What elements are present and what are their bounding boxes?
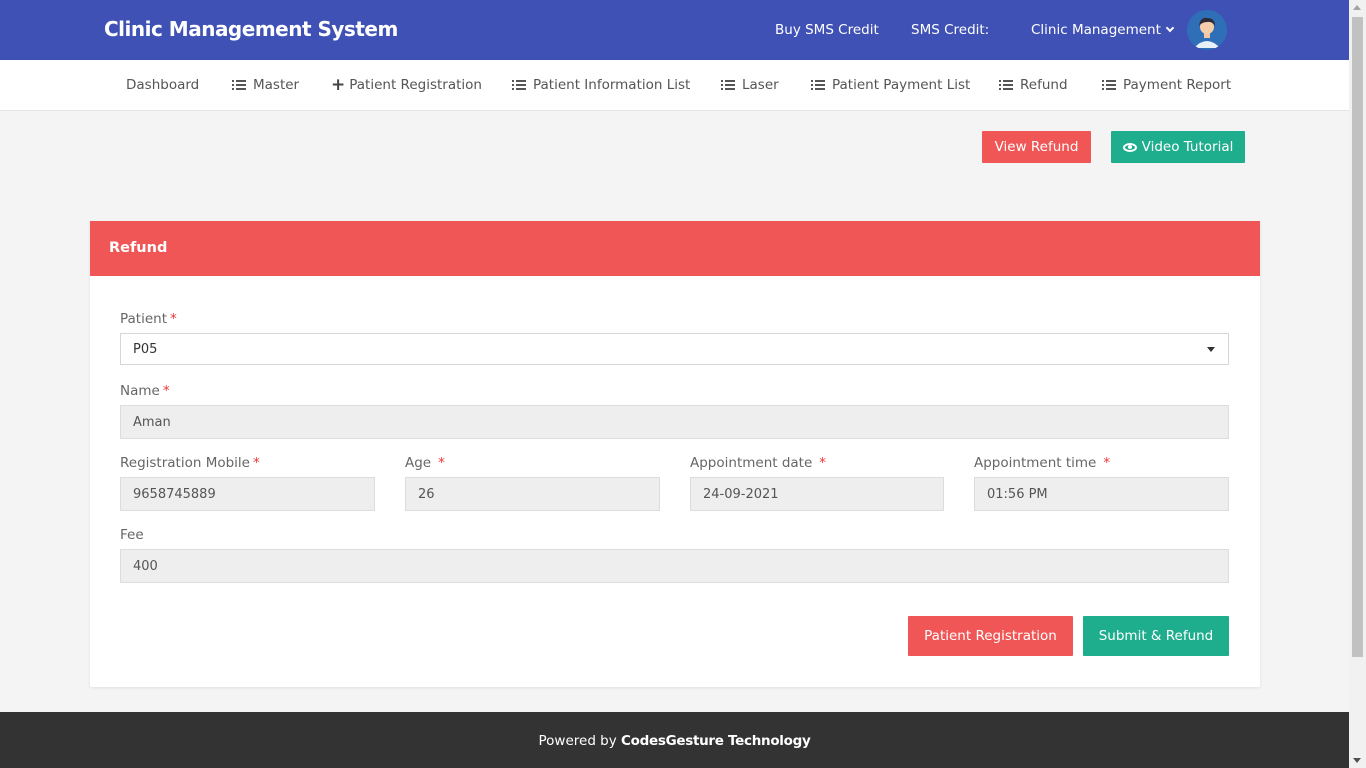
- scroll-up-arrow-icon[interactable]: [1353, 5, 1361, 10]
- video-tutorial-button[interactable]: Video Tutorial: [1111, 131, 1245, 163]
- refund-card: Refund Patient * P05 Name * Aman Registrat…: [90, 221, 1260, 687]
- required-mark: *: [162, 383, 170, 399]
- nav-master-label: Master: [253, 77, 300, 93]
- name-label: Name *: [120, 383, 170, 399]
- appointment-date-label-text: Appointment date: [690, 455, 813, 471]
- appointment-time-field[interactable]: 01:56 PM: [974, 477, 1229, 511]
- nav-dashboard-label: Dashboard: [126, 77, 200, 93]
- nav-laser-label: Laser: [742, 77, 779, 93]
- nav-payment-report-label: Payment Report: [1123, 77, 1232, 93]
- avatar[interactable]: [1187, 10, 1227, 50]
- required-mark: *: [252, 455, 260, 471]
- appointment-date-label: Appointment date *: [690, 455, 826, 471]
- name-field[interactable]: Aman: [120, 405, 1229, 439]
- scroll-down-arrow-icon[interactable]: [1353, 758, 1361, 763]
- fee-label: Fee: [120, 527, 144, 543]
- list-icon: [999, 79, 1013, 91]
- user-avatar-icon: [1187, 10, 1227, 50]
- age-label: Age *: [405, 455, 445, 471]
- nav-patient-information-list-label: Patient Information List: [533, 77, 691, 93]
- nav-patient-registration[interactable]: + Patient Registration: [331, 75, 482, 95]
- caret-down-icon: [1207, 347, 1215, 352]
- fee-field[interactable]: 400: [120, 549, 1229, 583]
- video-tutorial-label: Video Tutorial: [1141, 139, 1234, 155]
- patient-select-value: P05: [133, 342, 158, 357]
- footer-company-link[interactable]: CodesGesture Technology: [621, 733, 811, 749]
- card-title: Refund: [90, 221, 1260, 276]
- mobile-field[interactable]: 9658745889: [120, 477, 375, 511]
- age-field[interactable]: 26: [405, 477, 660, 511]
- appointment-time-label: Appointment time *: [974, 455, 1110, 471]
- scrollbar[interactable]: [1349, 0, 1366, 768]
- appointment-date-field[interactable]: 24-09-2021: [690, 477, 944, 511]
- name-label-text: Name: [120, 383, 160, 399]
- app-title[interactable]: Clinic Management System: [104, 17, 398, 41]
- appointment-time-label-text: Appointment time: [974, 455, 1097, 471]
- nav-refund[interactable]: Refund: [999, 77, 1068, 93]
- nav-dashboard[interactable]: Dashboard: [126, 77, 199, 93]
- nav-patient-registration-label: Patient Registration: [349, 77, 482, 93]
- patient-label-text: Patient: [120, 311, 168, 327]
- buy-sms-credit-link[interactable]: Buy SMS Credit: [775, 22, 879, 38]
- scroll-thumb[interactable]: [1352, 17, 1363, 657]
- footer: Powered by CodesGesture Technology: [0, 712, 1349, 768]
- nav-patient-information-list[interactable]: Patient Information List: [512, 77, 690, 93]
- patient-registration-button[interactable]: Patient Registration: [908, 616, 1073, 656]
- user-menu-label: Clinic Management: [1031, 22, 1161, 38]
- plus-icon: +: [331, 75, 346, 95]
- required-mark: *: [438, 455, 445, 471]
- user-menu-dropdown[interactable]: Clinic Management: [1031, 22, 1175, 38]
- nav-patient-payment-list[interactable]: Patient Payment List: [811, 77, 970, 93]
- sms-credit-label: SMS Credit:: [911, 22, 990, 38]
- required-mark: *: [1103, 455, 1111, 471]
- eye-icon: [1122, 142, 1137, 152]
- required-mark: *: [819, 455, 827, 471]
- submit-refund-button[interactable]: Submit & Refund: [1083, 616, 1229, 656]
- required-mark: *: [170, 311, 177, 327]
- patient-select[interactable]: P05: [120, 333, 1229, 365]
- patient-label: Patient *: [120, 311, 177, 327]
- list-icon: [1102, 79, 1116, 91]
- list-icon: [811, 79, 825, 91]
- nav-master[interactable]: Master: [232, 77, 299, 93]
- nav-refund-label: Refund: [1020, 77, 1068, 93]
- nav-laser[interactable]: Laser: [721, 77, 779, 93]
- list-icon: [721, 79, 735, 91]
- list-icon: [232, 79, 246, 91]
- view-refund-button[interactable]: View Refund: [982, 131, 1091, 163]
- chevron-down-icon: [1165, 23, 1175, 33]
- mobile-label: Registration Mobile *: [120, 455, 260, 471]
- mobile-label-text: Registration Mobile: [120, 455, 250, 471]
- list-icon: [512, 79, 526, 91]
- footer-prefix: Powered by: [538, 733, 617, 749]
- age-label-text: Age: [405, 455, 432, 471]
- nav-patient-payment-list-label: Patient Payment List: [832, 77, 971, 93]
- main-nav: Dashboard Master + Patient Registration …: [0, 60, 1349, 111]
- top-header: Clinic Management System Buy SMS Credit …: [0, 0, 1349, 60]
- nav-payment-report[interactable]: Payment Report: [1102, 77, 1231, 93]
